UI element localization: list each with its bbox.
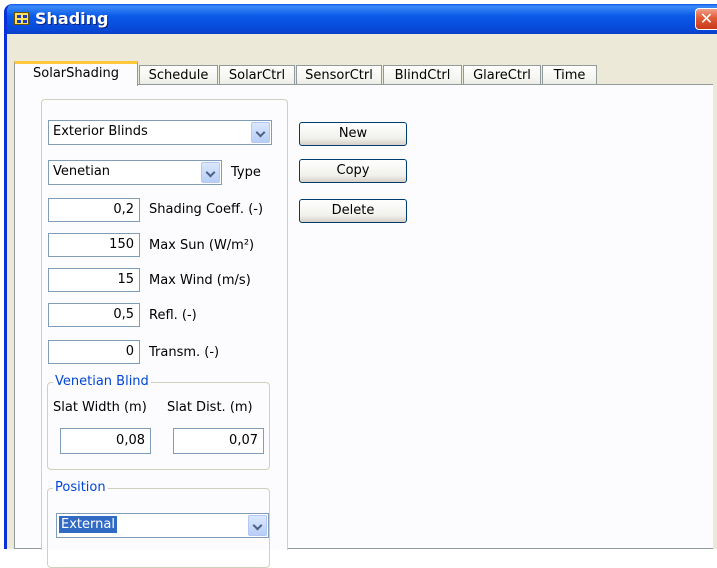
position-select[interactable]: External <box>56 513 269 538</box>
max-sun-label: Max Sun (W/m²) <box>149 238 255 253</box>
shading-device-value: Exterior Blinds <box>53 124 148 139</box>
close-icon[interactable]: ✕ <box>695 8 717 30</box>
slat-dist-label: Slat Dist. (m) <box>167 400 253 415</box>
tab-blindctrl[interactable]: BlindCtrl <box>383 65 462 86</box>
position-title: Position <box>53 480 108 495</box>
tab-glarectrl[interactable]: GlareCtrl <box>463 65 541 86</box>
delete-button[interactable]: Delete <box>299 199 407 223</box>
shading-settings-group: Exterior Blinds Venetian Type 0,2 Shadin… <box>41 99 288 568</box>
tab-sensorctrl[interactable]: SensorCtrl <box>296 65 382 86</box>
type-label: Type <box>231 165 261 180</box>
shading-device-select[interactable]: Exterior Blinds <box>48 120 272 145</box>
max-sun-input[interactable]: 150 <box>48 233 140 257</box>
new-button[interactable]: New <box>299 122 407 146</box>
type-value: Venetian <box>53 164 111 179</box>
venetian-blind-title: Venetian Blind <box>53 374 151 389</box>
refl-label: Refl. (-) <box>149 308 197 323</box>
shading-coeff-label: Shading Coeff. (-) <box>149 202 264 217</box>
venetian-blind-group: Venetian Blind Slat Width (m) Slat Dist.… <box>47 374 270 470</box>
chevron-down-icon[interactable] <box>248 515 267 536</box>
refl-input[interactable]: 0,5 <box>48 303 140 327</box>
chevron-down-icon[interactable] <box>251 122 270 143</box>
window-icon <box>14 12 29 25</box>
slat-dist-input[interactable]: 0,07 <box>173 428 264 454</box>
shading-coeff-input[interactable]: 0,2 <box>48 198 140 222</box>
position-value: External <box>59 516 117 533</box>
tab-schedule[interactable]: Schedule <box>139 65 218 86</box>
tab-solarshading[interactable]: SolarShading <box>14 61 138 86</box>
max-wind-label: Max Wind (m/s) <box>149 273 251 288</box>
tab-time[interactable]: Time <box>542 65 597 86</box>
window-title: Shading <box>35 9 109 28</box>
slat-width-input[interactable]: 0,08 <box>60 428 151 454</box>
copy-button[interactable]: Copy <box>299 159 407 183</box>
slat-width-label: Slat Width (m) <box>53 400 147 415</box>
title-bar[interactable]: Shading ✕ <box>7 4 717 34</box>
position-group: Position External <box>47 480 270 568</box>
transm-input[interactable]: 0 <box>48 340 140 364</box>
tab-solarctrl[interactable]: SolarCtrl <box>219 65 295 86</box>
max-wind-input[interactable]: 15 <box>48 268 140 292</box>
transm-label: Transm. (-) <box>149 345 220 360</box>
chevron-down-icon[interactable] <box>201 162 220 183</box>
type-select[interactable]: Venetian <box>48 160 222 185</box>
tab-panel: Exterior Blinds Venetian Type 0,2 Shadin… <box>14 84 713 568</box>
